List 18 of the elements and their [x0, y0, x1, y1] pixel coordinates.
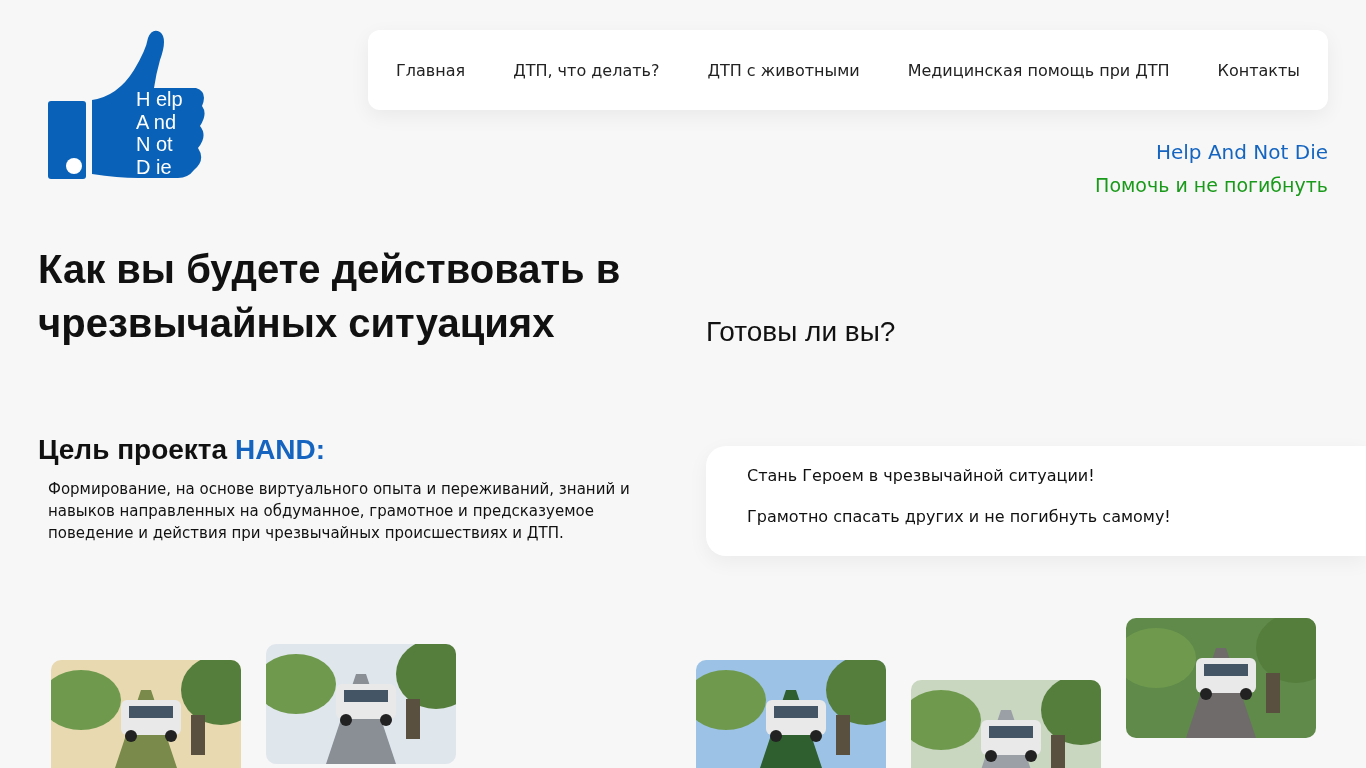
nav-link[interactable]: Главная — [396, 60, 466, 80]
logo-text: H elp — [136, 88, 183, 111]
goal-title: Цель проекта — [38, 434, 228, 465]
page-heading: Как вы будете действовать в чрезвычайных ситуациях — [38, 246, 622, 347]
logo-text: N ot — [136, 133, 174, 156]
nav-link[interactable]: Контакты — [1217, 60, 1300, 80]
callout-text: Грамотно спасать других и не погибнуть самому! — [747, 507, 1172, 526]
callout-text: Стань Героем в чрезвычайной ситуации! — [747, 466, 1096, 485]
logo-text: D ie — [136, 155, 173, 178]
nav-link[interactable]: Медицинская помощь при ДТП — [907, 60, 1170, 80]
project-name: HAND: — [234, 434, 326, 465]
goal-description: Формирование, на основе виртуального опыта и переживаний, знаний и навыков направленных на обдуманное, грамотное и предсказуемое поведение и действия при чрезвычайных происшествиях и ДТП. — [48, 479, 631, 544]
logo-text: A nd — [136, 110, 178, 133]
nav-link[interactable]: ДТП с животными — [707, 60, 860, 80]
tagline: Помочь и не погибнуть — [1095, 174, 1328, 196]
nav-link[interactable]: ДТП, что делать? — [513, 60, 660, 80]
tagline: Help And Not Die — [1155, 140, 1328, 164]
question-text: Готовы ли вы? — [706, 316, 897, 349]
